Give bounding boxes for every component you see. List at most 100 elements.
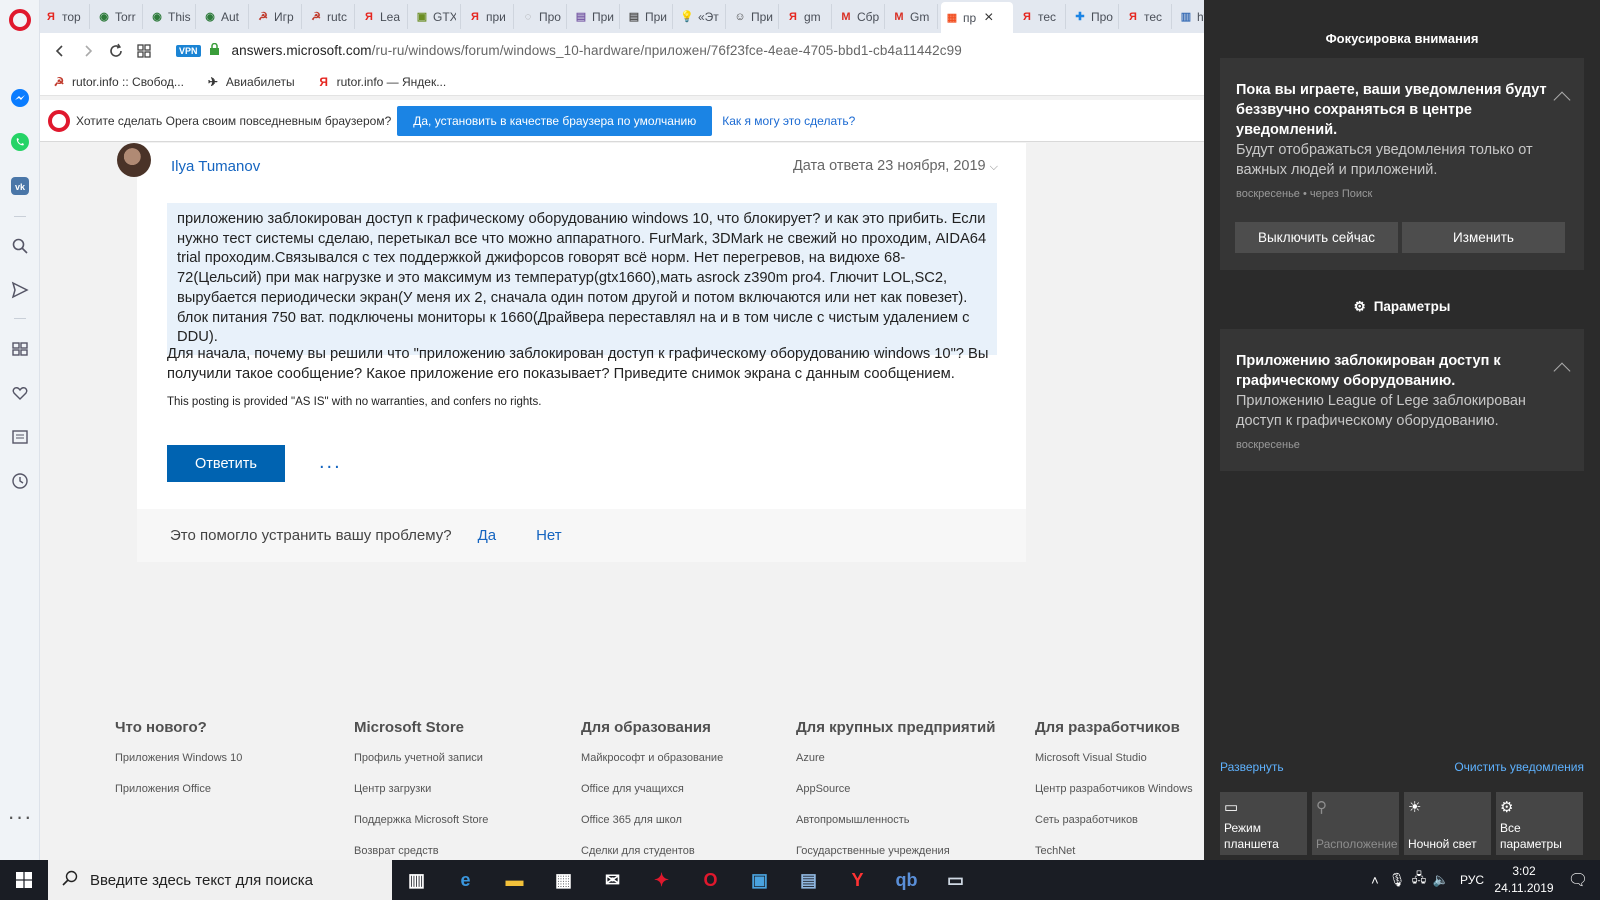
footer-link[interactable]: Автопромышленность [796,814,995,845]
footer-link[interactable]: Приложения Office [115,783,242,814]
file-explorer-icon[interactable]: ▬ [490,860,539,900]
browser-tab[interactable]: ◉ Aut [199,4,249,29]
quick-action-location[interactable]: ⚲ Расположение [1312,792,1399,855]
browser-tab[interactable]: ◉ This [146,4,196,29]
taskbar-search-box[interactable]: Введите здесь текст для поиска [48,860,392,900]
control-panel-icon[interactable]: ▣ [735,860,784,900]
footer-link[interactable]: Office для учащихся [581,783,723,814]
search-icon[interactable] [8,234,32,258]
set-default-button[interactable]: Да, установить в качестве браузера по ум… [397,105,713,136]
clear-notifications-link[interactable]: Очистить уведомления [1454,760,1584,774]
opera-logo-icon[interactable] [9,9,31,31]
browser-tab[interactable]: Я Lea [358,4,408,29]
change-button[interactable]: Изменить [1402,222,1565,253]
browser-tab[interactable]: ☭ Игр [252,4,302,29]
speed-dial-icon[interactable] [8,337,32,361]
network-app-icon[interactable]: ▤ [784,860,833,900]
task-view-icon[interactable]: ▥ [392,860,441,900]
browser-tab[interactable]: ▤ При [623,4,673,29]
bookmark-rutor-yandex[interactable]: Я rutor.info — Яндек... [317,75,446,89]
helpful-yes-link[interactable]: Да [478,527,497,544]
yandex-browser-icon[interactable]: Y [833,860,882,900]
reload-icon[interactable] [102,37,130,65]
footer-link[interactable]: TechNet [1035,845,1193,860]
browser-tab[interactable]: ◉ Torr [93,4,143,29]
browser-tab[interactable]: Ятес [1016,4,1066,29]
answer-date[interactable]: Дата ответа 23 ноября, 2019 ⌵ [793,158,998,174]
collapse-icon[interactable] [1553,91,1571,109]
forward-icon[interactable] [74,37,102,65]
browser-tab[interactable]: ▤ При [570,4,620,29]
browser-tab[interactable]: M Сбр [835,4,885,29]
footer-link[interactable]: Поддержка Microsoft Store [354,814,488,845]
quick-action-night-light[interactable]: ☀ Ночной свет [1404,792,1491,855]
footer-link[interactable]: Государственные учреждения [796,845,995,860]
footer-link[interactable]: Office 365 для школ [581,814,723,845]
messenger-icon[interactable] [8,86,32,110]
footer-link[interactable]: Microsoft Visual Studio [1035,752,1193,783]
footer-link[interactable]: Сделки для студентов [581,845,723,860]
sidebar-more-icon[interactable]: ··· [0,806,40,828]
whatsapp-icon[interactable] [8,130,32,154]
helpful-no-link[interactable]: Нет [536,527,562,544]
footer-link[interactable]: Майкрософт и образование [581,752,723,783]
notification-card[interactable]: Приложению заблокирован доступ к графиче… [1220,329,1584,471]
tabs-grid-icon[interactable] [130,37,158,65]
footer-link[interactable]: Центр разработчиков Windows [1035,783,1193,814]
footer-link[interactable]: Azure [796,752,995,783]
how-to-link[interactable]: Как я могу это сделать? [722,114,855,128]
bookmark-aviabilety[interactable]: ✈ Авиабилеты [206,75,295,89]
footer-link[interactable]: Возврат средств [354,845,488,860]
back-icon[interactable] [46,37,74,65]
send-icon[interactable] [8,278,32,302]
start-button[interactable] [0,860,48,900]
turn-off-now-button[interactable]: Выключить сейчас [1235,222,1398,253]
browser-tab[interactable]: ▥ htt [1175,4,1204,29]
vpn-badge[interactable]: VPN [176,44,201,57]
browser-tab[interactable]: ☭ rutc [305,4,355,29]
more-options-icon[interactable]: ... [319,451,342,474]
volume-icon[interactable]: 🔈 [1430,872,1452,888]
author-name[interactable]: Ilya Tumanov [171,158,260,175]
lock-icon[interactable] [209,42,220,59]
quick-action-tablet-mode[interactable]: ▭ Режим планшета [1220,792,1307,855]
settings-header[interactable]: ⚙ Параметры [1204,299,1600,315]
clock[interactable]: 3:02 24.11.2019 [1492,863,1556,897]
browser-tab[interactable]: M Gm [888,4,938,29]
browser-tab[interactable]: Ятор [40,4,90,29]
close-icon[interactable]: × [984,9,993,27]
bookmark-rutor[interactable]: ☭ rutor.info :: Свобод... [52,75,184,89]
store-icon[interactable]: ▦ [539,860,588,900]
history-icon[interactable] [8,469,32,493]
expand-link[interactable]: Развернуть [1220,760,1284,774]
footer-link[interactable]: AppSource [796,783,995,814]
language-indicator[interactable]: РУС [1460,873,1484,887]
chevron-up-icon[interactable]: ˄ [1364,873,1386,888]
footer-link[interactable]: Приложения Windows 10 [115,752,242,783]
footer-link[interactable]: Центр загрузки [354,783,488,814]
edge-icon[interactable]: e [441,860,490,900]
browser-tab[interactable]: ✚ Про [1069,4,1119,29]
reply-button[interactable]: Ответить [167,445,285,482]
news-icon[interactable] [8,425,32,449]
browser-tab[interactable]: ▣ GTX [411,4,461,29]
browser-tab[interactable]: Ятес [1122,4,1172,29]
microphone-icon[interactable]: 🎙 [1386,872,1408,888]
heart-icon[interactable] [8,381,32,405]
browser-tab[interactable]: ◌ Про [517,4,567,29]
browser-tab[interactable]: Япри [464,4,514,29]
browser-tab[interactable]: ☺ При [729,4,779,29]
network-icon[interactable]: 🖧 [1408,869,1430,891]
notifications-icon[interactable]: 🗨 [1556,870,1600,890]
qbittorrent-icon[interactable]: qb [882,860,931,900]
vk-icon[interactable]: vk [8,174,32,198]
display-app-icon[interactable]: ▭ [931,860,980,900]
quick-action-all-settings[interactable]: ⚙ Все параметры [1496,792,1583,855]
browser-tab[interactable]: 💡 «Эт [676,4,726,29]
mail-icon[interactable]: ✉ [588,860,637,900]
footer-link[interactable]: Сеть разработчиков [1035,814,1193,845]
collapse-icon[interactable] [1553,362,1571,380]
game-app-icon[interactable]: ✦ [637,860,686,900]
footer-link[interactable]: Профиль учетной записи [354,752,488,783]
opera-icon[interactable]: O [686,860,735,900]
